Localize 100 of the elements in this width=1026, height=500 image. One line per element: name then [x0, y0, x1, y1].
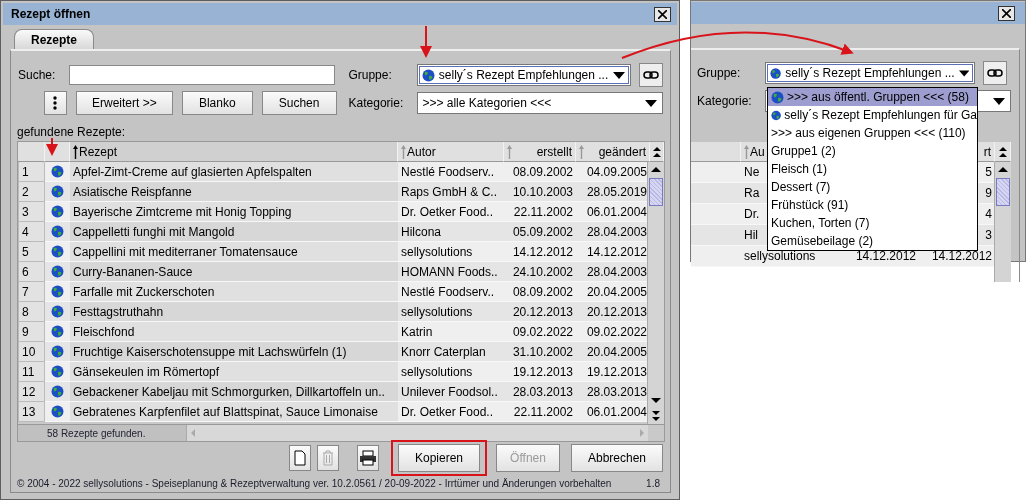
horizontal-scrollbar[interactable] — [186, 425, 648, 441]
group-dropdown[interactable]: selly´s Rezept Empfehlungen ... — [416, 64, 632, 86]
globe-icon — [421, 68, 435, 82]
link-button[interactable] — [983, 61, 1007, 85]
globe-icon — [51, 305, 64, 318]
close-icon — [658, 9, 667, 19]
globe-icon — [51, 265, 64, 278]
sort-arrow-icon — [579, 144, 584, 159]
table-cell: Gebratenes Karpfenfilet auf Blattspinat, Sauce Limonaise — [70, 402, 398, 422]
sort-arrow-icon — [73, 144, 78, 159]
globe-icon — [51, 345, 64, 358]
status-text: 58 Rezepte gefunden. — [18, 425, 186, 441]
sort-arrow-icon — [401, 144, 406, 159]
dialog-button[interactable]: Kopieren — [398, 444, 480, 472]
dropdown-option[interactable]: >>> aus öffentl. Gruppen <<< (58) — [768, 88, 977, 106]
dropdown-option[interactable]: selly´s Rezept Empfehlungen für Ga — [768, 106, 977, 124]
dropdown-option[interactable]: >>> aus eigenen Gruppen <<< (110) — [768, 124, 977, 142]
globe-icon — [51, 325, 64, 338]
table-cell: Dr. Oetker Food.. — [398, 402, 504, 422]
row-number: 8 — [18, 302, 45, 322]
dropdown-arrow-icon — [958, 69, 969, 77]
double-arrow-icon — [998, 146, 1007, 157]
table-cell: Apfel-Zimt-Creme auf glasierten Apfelspalten — [70, 162, 398, 182]
vertical-scrollbar[interactable] — [994, 162, 1011, 282]
table-cell: Bayerische Zimtcreme mit Honig Topping — [70, 202, 398, 222]
globe-icon — [51, 285, 64, 298]
row-number: 13 — [18, 402, 45, 422]
chain-link-icon — [987, 69, 1003, 77]
column-header[interactable]: Rezept — [70, 142, 398, 162]
double-arrow-icon — [652, 146, 661, 157]
version-text: 1.8 — [646, 478, 660, 489]
search-field[interactable] — [68, 65, 336, 85]
table-cell: Cappellini mit mediterraner Tomatensauce — [70, 242, 398, 262]
header-cell — [18, 142, 45, 162]
scrollbar-thumb[interactable] — [649, 178, 663, 206]
row-number: 10 — [18, 342, 45, 362]
column-header[interactable]: erstellt — [504, 142, 576, 162]
vertical-scrollbar[interactable] — [647, 162, 664, 424]
printer-icon — [359, 450, 377, 466]
globe-icon — [770, 66, 782, 80]
dropdown-arrow-icon — [613, 71, 626, 79]
category-label: Kategorie: — [348, 96, 405, 110]
globe-icon — [51, 165, 64, 178]
tab[interactable]: Rezepte — [14, 29, 94, 49]
document-icon — [294, 450, 306, 466]
row-number: 4 — [18, 222, 45, 242]
row-number: 5 — [18, 242, 45, 262]
row-number: 11 — [18, 362, 45, 382]
table-cell: Gebackener Kabeljau mit Schmorgurken, Dillkartoffeln un.. — [70, 382, 398, 402]
chain-link-icon — [643, 71, 660, 79]
globe-icon — [51, 365, 64, 378]
table-cell: Asiatische Reispfanne — [70, 182, 398, 202]
globe-icon — [51, 405, 64, 418]
table-cell: Fleischfond — [70, 322, 398, 342]
group-dropdown[interactable]: selly´s Rezept Empfehlungen ... — [765, 62, 975, 84]
globe-icon — [51, 225, 64, 238]
close-button[interactable] — [998, 5, 1015, 21]
row-number: 9 — [18, 322, 45, 342]
row-number: 2 — [18, 182, 45, 202]
globe-icon — [51, 245, 64, 258]
copyright-text: © 2004 - 2022 sellysolutions - Speiseplanung & Rezeptverwaltung ver. 10.2.0561 / 20-09-2022 - Irrtümer und Änderungen vorbehalten — [17, 478, 612, 489]
group-label: Gruppe: — [348, 68, 393, 82]
table-cell: Gänsekeulen im Römertopf — [70, 362, 398, 382]
table-cell: Cappelletti funghi mit Mangold — [70, 222, 398, 242]
category-label: Kategorie: — [697, 94, 753, 108]
trash-icon — [322, 450, 334, 466]
print-button[interactable] — [357, 445, 379, 471]
scrollbar-thumb[interactable] — [996, 178, 1010, 206]
globe-icon — [51, 385, 64, 398]
results-label: gefundene Rezepte: — [17, 125, 127, 141]
row-number: 3 — [18, 202, 45, 222]
search-action-button[interactable]: Blanko — [181, 91, 253, 115]
scroll-top-button[interactable] — [995, 142, 1011, 162]
annotation-arrow — [420, 25, 432, 58]
group-label: Gruppe: — [697, 66, 742, 80]
more-icon — [53, 96, 58, 110]
table-cell: Farfalle mit Zuckerschoten — [70, 282, 398, 302]
window-title: Rezept öffnen — [11, 7, 91, 21]
table-cell: Festtagstruthahn — [70, 302, 398, 322]
scroll-top-button[interactable] — [650, 142, 664, 162]
close-button[interactable] — [654, 6, 671, 22]
column-header[interactable]: Autor — [398, 142, 504, 162]
annotation-arrow — [46, 137, 58, 156]
dialog-button[interactable]: Abbrechen — [571, 444, 663, 472]
table-cell: Fruchtige Kaiserschotensuppe mit Lachswürfeln (1) — [70, 342, 398, 362]
dropdown-arrow-icon — [645, 99, 657, 107]
globe-icon — [51, 185, 64, 198]
link-button[interactable] — [639, 63, 663, 87]
search-action-button[interactable]: Erweitert >> — [75, 91, 173, 115]
dropdown-option[interactable]: Gruppe1 (2) — [768, 142, 977, 160]
more-button[interactable] — [44, 91, 67, 115]
sort-arrow-icon — [507, 144, 512, 159]
sort-arrow-icon — [744, 144, 749, 159]
row-number: 1 — [18, 162, 45, 182]
globe-icon — [771, 108, 782, 122]
column-header[interactable]: geändert — [576, 142, 650, 162]
globe-icon — [51, 205, 64, 218]
search-action-button[interactable]: Suchen — [261, 91, 337, 115]
category-dropdown[interactable]: >>> alle Kategorien <<< — [417, 92, 663, 114]
new-button[interactable] — [289, 445, 311, 471]
